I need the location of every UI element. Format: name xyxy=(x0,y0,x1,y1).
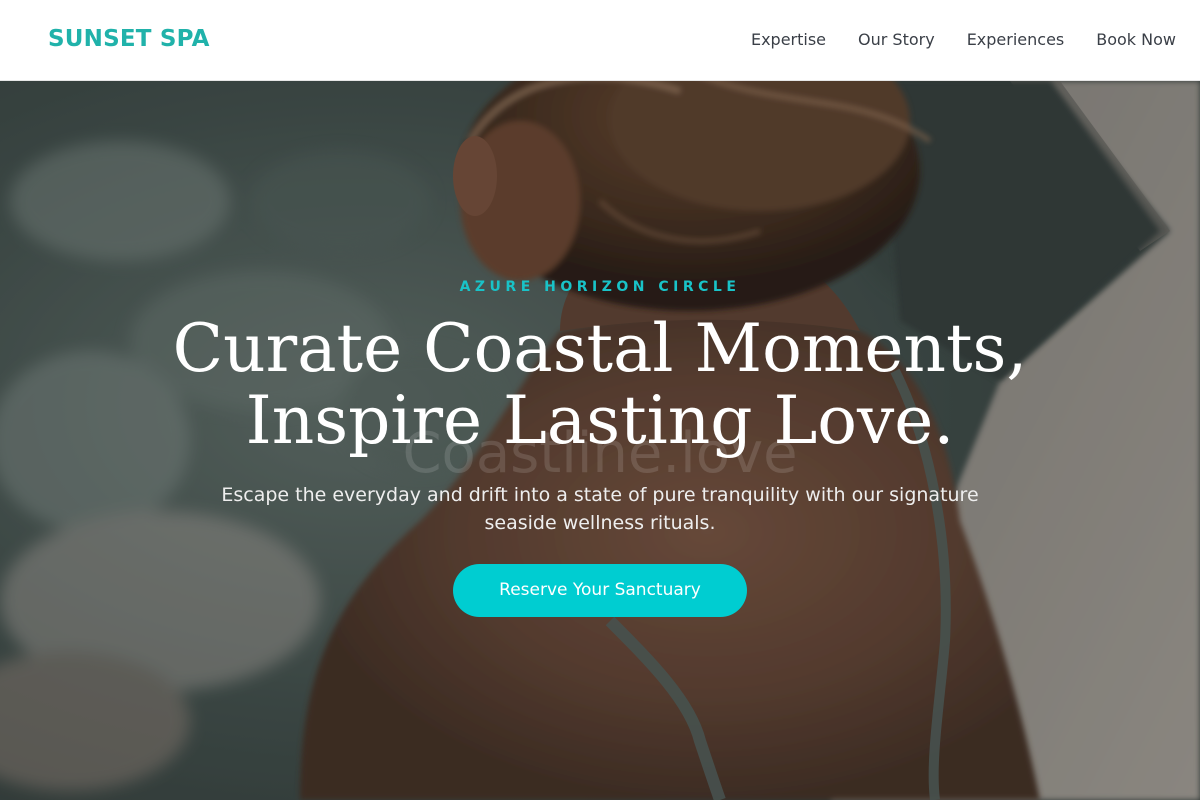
nav-link-book-now[interactable]: Book Now xyxy=(1096,30,1176,49)
hero-headline: Curate Coastal Moments, Inspire Lasting … xyxy=(0,313,1200,457)
nav-link-our-story[interactable]: Our Story xyxy=(858,30,935,49)
hero-section: AZURE HORIZON CIRCLE Coastline.love Cura… xyxy=(0,81,1200,800)
nav-link-experiences[interactable]: Experiences xyxy=(967,30,1065,49)
hero-subtext: Escape the everyday and drift into a sta… xyxy=(221,484,979,534)
hero-headline-line-1: Curate Coastal Moments, xyxy=(172,310,1028,387)
nav-links: Expertise Our Story Experiences Book Now xyxy=(719,30,1176,49)
hero-eyebrow: AZURE HORIZON CIRCLE xyxy=(459,279,741,295)
hero-headline-line-2: Inspire Lasting Love. xyxy=(245,382,955,459)
nav-link-expertise[interactable]: Expertise xyxy=(751,30,826,49)
reserve-sanctuary-button[interactable]: Reserve Your Sanctuary xyxy=(453,564,747,617)
hero-content: AZURE HORIZON CIRCLE Coastline.love Cura… xyxy=(0,81,1200,800)
brand-logo[interactable]: SUNSET SPA xyxy=(48,26,210,52)
top-navigation-bar: SUNSET SPA Expertise Our Story Experienc… xyxy=(0,0,1200,81)
